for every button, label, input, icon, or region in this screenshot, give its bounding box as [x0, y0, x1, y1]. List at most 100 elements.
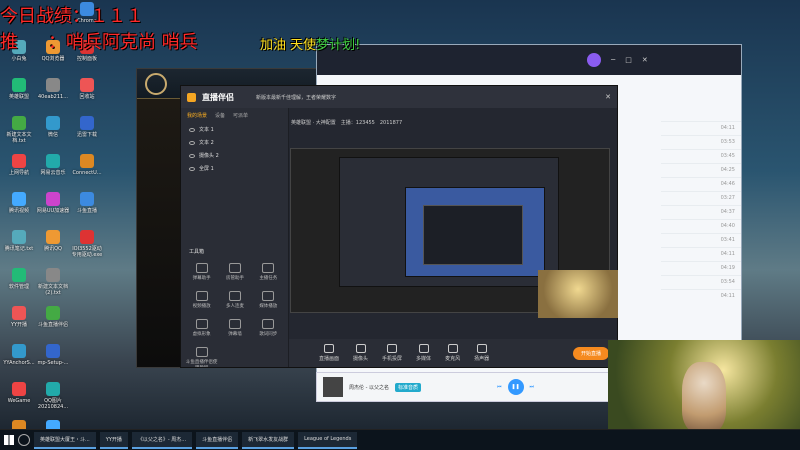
- desktop-icon[interactable]: 网易云音乐: [36, 154, 70, 176]
- tool-icon: [195, 291, 208, 301]
- minimize-icon[interactable]: ─: [611, 56, 615, 64]
- bottom-bar-button[interactable]: 手机投屏: [382, 344, 402, 362]
- toolbox-item[interactable]: 主播任务: [252, 263, 285, 281]
- prev-icon[interactable]: ⏮: [497, 384, 502, 390]
- quality-badge[interactable]: 标准音质: [394, 382, 421, 392]
- visibility-icon[interactable]: [189, 127, 195, 132]
- taskbar-item[interactable]: 英雄联盟大厦王・斗...: [34, 431, 96, 449]
- bottom-bar-label: 多媒体: [416, 356, 432, 362]
- desktop-icon[interactable]: QQ图片20210824...: [36, 382, 70, 410]
- toolbox-item[interactable]: 媒体播放: [252, 291, 285, 309]
- visibility-icon[interactable]: [189, 140, 195, 145]
- app-icon: [80, 230, 94, 244]
- bottom-bar-button[interactable]: 摄像头: [353, 344, 368, 362]
- desktop-icon-label: 小白兔: [11, 56, 27, 62]
- toolbox-item[interactable]: 视频播放: [185, 291, 218, 309]
- source-item[interactable]: 全屏 1: [181, 162, 288, 175]
- desktop-icon[interactable]: 40eab211...: [36, 78, 70, 100]
- taskbar: 英雄联盟大厦王・斗... YY开播 《以父之名》- 周杰... 斗鱼直播伴侣 新飞翠水发…: [0, 429, 800, 450]
- play-pause-button[interactable]: ❚❚: [507, 379, 524, 395]
- song-duration: 04:19: [661, 261, 741, 275]
- bottom-bar-icon: [324, 344, 334, 353]
- windows-start-icon[interactable]: [4, 435, 14, 445]
- bottom-bar-label: 手机投屏: [382, 356, 403, 362]
- desktop-icon[interactable]: mp-Setup-...: [36, 344, 70, 366]
- overlay-part-c: 加油 天使: [260, 38, 317, 53]
- song-duration: 04:46: [661, 177, 741, 191]
- desktop-icon[interactable]: 腾讯视频: [2, 192, 36, 214]
- tab-devices[interactable]: 设备: [215, 112, 225, 119]
- tool-icon: [195, 319, 208, 329]
- source-item[interactable]: 文本 1: [181, 123, 288, 136]
- toolbox-item[interactable]: 歌词同步: [252, 319, 285, 337]
- toolbox-item[interactable]: 房管助手: [218, 263, 251, 281]
- desktop-icon-label: 控制面板: [76, 56, 97, 62]
- assistant-close-icon[interactable]: ✕: [605, 93, 611, 101]
- song-duration: 03:27: [661, 191, 741, 205]
- desktop-icon-label: ConnectU...: [72, 170, 102, 176]
- bottom-bar-button[interactable]: 直播画面: [319, 344, 339, 362]
- desktop-icon[interactable]: 英雄联盟: [2, 78, 36, 100]
- bottom-bar-button[interactable]: 扬声器: [474, 344, 489, 362]
- desktop-icon[interactable]: 迅雷下载: [70, 116, 104, 138]
- song-duration: 04:40: [661, 219, 741, 233]
- desktop-icon[interactable]: 上网导航: [2, 154, 36, 176]
- bottom-bar-label: 麦克风: [445, 356, 461, 362]
- start-stream-button[interactable]: 开始直播: [572, 346, 609, 360]
- app-icon: [12, 344, 26, 358]
- bottom-bar-button[interactable]: 麦克风: [445, 344, 460, 362]
- taskbar-item[interactable]: 斗鱼直播伴侣: [196, 431, 239, 449]
- desktop-icon-label: 新建文本文档(2).txt: [37, 284, 68, 296]
- source-item[interactable]: 文本 2: [181, 136, 288, 149]
- desktop-icon[interactable]: 软件管理: [2, 268, 36, 290]
- source-label: 全屏 1: [199, 166, 214, 172]
- desktop-icon[interactable]: IOI3552驱动专用驱动.exe: [70, 230, 104, 258]
- desktop-icon[interactable]: 微信: [36, 116, 70, 138]
- tab-my-scenes[interactable]: 我的场景: [187, 112, 207, 119]
- taskbar-item[interactable]: YY开播: [99, 431, 128, 449]
- desktop-icon-label: IOI3552驱动专用驱动.exe: [71, 246, 103, 258]
- desktop-icon[interactable]: YY开播: [2, 306, 36, 328]
- music-avatar-icon[interactable]: [587, 53, 601, 67]
- next-icon[interactable]: ⏭: [530, 384, 535, 390]
- desktop-icon[interactable]: YYAnchorS...: [2, 344, 36, 366]
- taskbar-item[interactable]: 《以父之名》- 周杰...: [131, 431, 193, 449]
- app-icon: [46, 230, 60, 244]
- taskbar-item[interactable]: 新飞翠水发友战群: [242, 431, 295, 449]
- overlay-part-d: 梦计划!: [316, 38, 361, 53]
- song-duration: 04:11: [661, 121, 741, 135]
- assistant-bottom-bar: 直播画面 摄像头 手机投屏 多媒体 麦克风 扬声器 开始直播: [289, 339, 617, 367]
- tool-icon: [228, 319, 241, 329]
- desktop-icon[interactable]: 网易UU加速器: [36, 192, 70, 214]
- tab-orders[interactable]: 可派单: [233, 112, 248, 119]
- desktop-icon[interactable]: 回收站: [70, 78, 104, 100]
- visibility-icon[interactable]: [189, 166, 195, 171]
- bottom-bar-button[interactable]: 多媒体: [416, 344, 431, 362]
- mini-player[interactable]: 周杰伦 - 以父之名 标准音质 ⏮ ❚❚ ⏭: [316, 372, 612, 402]
- desktop-icon[interactable]: 新建文本文档(2).txt: [36, 268, 70, 296]
- desktop-icon[interactable]: ConnectU...: [70, 154, 104, 176]
- song-duration: 04:37: [661, 205, 741, 219]
- desktop-icon[interactable]: 腾讯QQ: [36, 230, 70, 252]
- close-icon[interactable]: ✕: [642, 56, 648, 64]
- desktop-icon[interactable]: 斗鱼直播: [70, 192, 104, 214]
- bottom-bar-label: 扬声器: [474, 356, 490, 362]
- desktop-icon-label: 斗鱼直播伴侣: [37, 322, 68, 328]
- toolbox-item[interactable]: 多人连麦: [218, 291, 251, 309]
- taskbar-item[interactable]: League of Legends: [298, 431, 358, 449]
- visibility-icon[interactable]: [189, 153, 195, 158]
- toolbox-item[interactable]: 虚拟形象: [185, 319, 218, 337]
- toolbox-title: 工具箱: [189, 249, 205, 255]
- toolbox-item[interactable]: 斗鱼直播伴侣使用教程: [185, 347, 218, 367]
- desktop-icon[interactable]: 腾讯笔记.txt: [2, 230, 36, 252]
- desktop-icon[interactable]: WeGame: [2, 382, 36, 404]
- toolbox-item[interactable]: 弹幕助手: [185, 263, 218, 281]
- maximize-icon[interactable]: □: [625, 56, 632, 64]
- desktop-icon-label: 斗鱼直播: [76, 208, 97, 214]
- desktop-icon[interactable]: 斗鱼直播伴侣: [36, 306, 70, 328]
- desktop-icon-label: 迅雷下载: [76, 132, 97, 138]
- source-item[interactable]: 摄像头 2: [181, 149, 288, 162]
- search-icon[interactable]: [18, 434, 30, 446]
- toolbox-item[interactable]: 弹幕墙: [218, 319, 251, 337]
- desktop-icon[interactable]: 新建文本文档.txt: [2, 116, 36, 144]
